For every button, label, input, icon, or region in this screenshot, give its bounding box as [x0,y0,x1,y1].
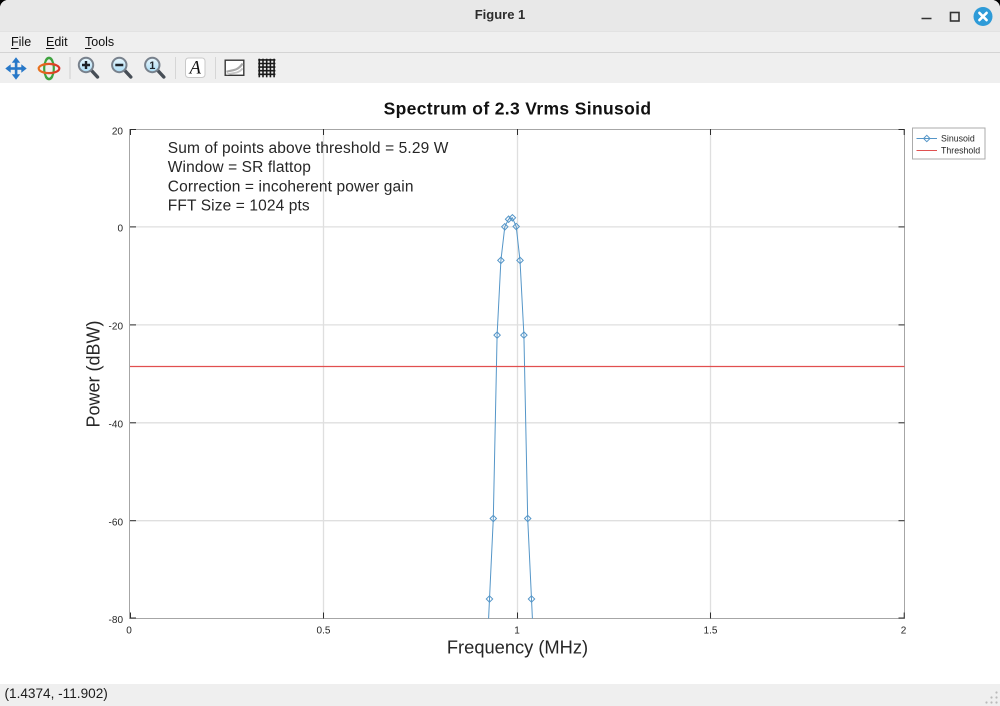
svg-text:-80: -80 [109,615,124,626]
svg-text:-20: -20 [109,322,124,333]
svg-text:A: A [188,59,202,79]
svg-text:Spectrum of 2.3 Vrms Sinusoid: Spectrum of 2.3 Vrms Sinusoid [384,99,652,119]
svg-text:2: 2 [901,626,907,637]
svg-text:Window = SR flattop: Window = SR flattop [168,159,311,176]
svg-text:Sinusoid: Sinusoid [941,134,975,144]
svg-text:1: 1 [514,626,520,637]
svg-text:Threshold: Threshold [941,146,980,156]
svg-text:0: 0 [126,626,132,637]
svg-text:20: 20 [112,127,124,138]
svg-text:Correction = incoherent power: Correction = incoherent power gain [168,178,414,195]
svg-text:Frequency (MHz): Frequency (MHz) [447,637,588,658]
svg-text:Power (dBW): Power (dBW) [84,320,104,427]
svg-text:1: 1 [149,60,155,72]
svg-text:0: 0 [117,224,123,235]
svg-text:0.5: 0.5 [317,626,331,637]
svg-text:1.5: 1.5 [704,626,718,637]
svg-text:-60: -60 [109,517,124,528]
svg-text:-40: -40 [109,420,124,431]
svg-text:FFT Size = 1024 pts: FFT Size = 1024 pts [168,198,310,215]
svg-text:Sum of points above threshold: Sum of points above threshold = 5.29 W [168,140,449,157]
